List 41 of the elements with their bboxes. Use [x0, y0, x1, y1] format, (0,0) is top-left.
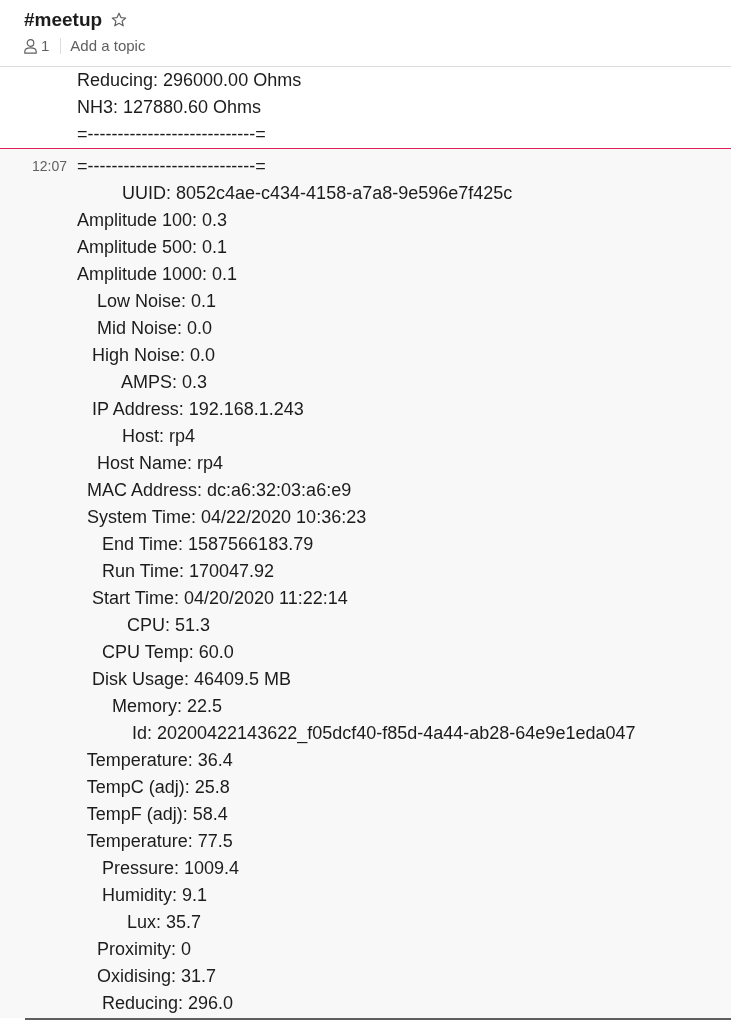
- message-line: Pressure: 1009.4: [101, 857, 241, 880]
- message-line: Start Time: 04/20/2020 11:22:14: [91, 587, 349, 610]
- message-line: IP Address: 192.168.1.243: [91, 398, 305, 421]
- message-line: Disk Usage: 46409.5 MB: [91, 668, 293, 691]
- message-line: CPU Temp: 60.0: [101, 641, 235, 664]
- message-line: Proximity: 0: [96, 938, 193, 961]
- message-line: System Time: 04/22/2020 10:36:23: [86, 506, 368, 529]
- message-line: Memory: 22.5: [111, 695, 224, 718]
- message-line: Run Time: 170047.92: [101, 560, 276, 583]
- message-line: Host Name: rp4: [96, 452, 225, 475]
- channel-name[interactable]: #meetup: [24, 8, 103, 32]
- message-line: TempC (adj): 25.8: [85, 776, 231, 799]
- message-line: MAC Address: dc:a6:32:03:a6:e9: [86, 479, 353, 502]
- message-line: Reducing: 296000.00 Ohms: [77, 69, 303, 92]
- message-line: Temperature: 77.5: [85, 830, 234, 853]
- message-line: NH3: 127880.60 Ohms: [77, 96, 263, 119]
- message-line: CPU: 51.3: [126, 614, 212, 637]
- message-line: =----------------------------=: [77, 123, 267, 146]
- message-line: Id: 20200422143622_f05dcf40-f85d-4a44-ab28-64e9e1eda047: [131, 722, 637, 746]
- message-line: AMPS: 0.3: [120, 371, 209, 394]
- message-line: TempF (adj): 58.4: [85, 803, 229, 826]
- message-line: End Time: 1587566183.79: [101, 533, 315, 556]
- message-line: UUID: 8052c4ae-c434-4158-a7a8-9e596e7f425c: [121, 182, 514, 205]
- message-line: Temperature: 36.4: [85, 749, 234, 772]
- message-line: Host: rp4: [121, 425, 197, 448]
- message-line: High Noise: 0.0: [91, 344, 217, 367]
- message-line: Amplitude 100: 0.3: [77, 209, 229, 232]
- message-timestamp[interactable]: 12:07: [31, 153, 67, 180]
- message-line: Humidity: 9.1: [101, 884, 209, 907]
- star-icon[interactable]: [111, 12, 128, 28]
- message-line: Amplitude 1000: 0.1: [77, 263, 239, 286]
- message-line: Reducing: 296.0: [101, 992, 235, 1015]
- message-line: Low Noise: 0.1: [96, 290, 218, 313]
- message-line: =----------------------------=: [77, 155, 267, 178]
- message-line: Amplitude 500: 0.1: [77, 236, 229, 259]
- message-line: Lux: 35.7: [126, 911, 203, 934]
- member-count[interactable]: 1: [41, 36, 50, 56]
- message-line: Oxidising: 31.7: [96, 965, 218, 988]
- message-line: Mid Noise: 0.0: [96, 317, 214, 340]
- add-topic-link[interactable]: Add a topic: [70, 36, 146, 56]
- person-icon: [24, 38, 37, 54]
